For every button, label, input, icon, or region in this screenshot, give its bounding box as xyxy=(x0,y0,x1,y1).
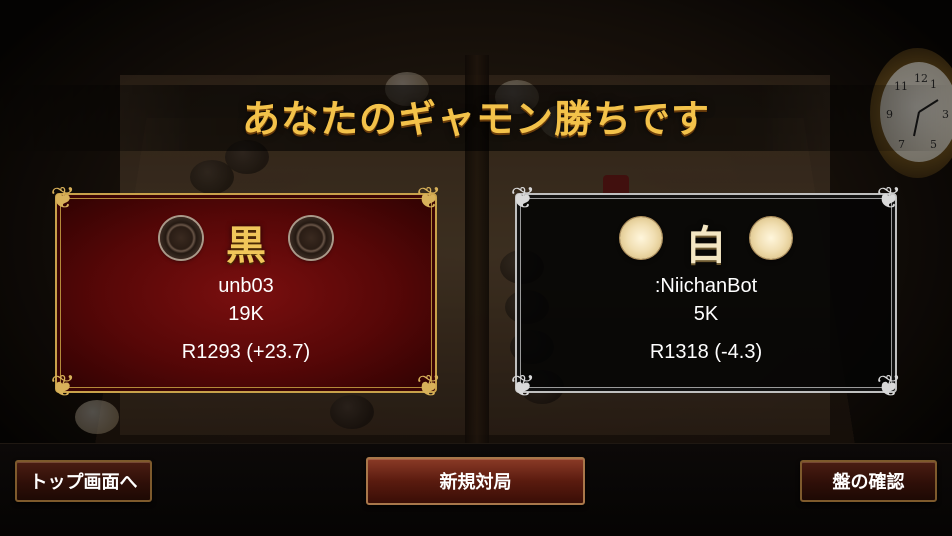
ornament-corner-icon: ❦ xyxy=(50,369,76,404)
black-player-name: unb03 xyxy=(218,275,274,297)
black-color-label: 黒 xyxy=(226,223,266,269)
black-player-rank: 19K xyxy=(228,303,264,325)
check-board-button[interactable]: 盤の確認 xyxy=(800,460,937,502)
black-player-rating: R1293 (+23.7) xyxy=(181,341,311,363)
white-checker-icon xyxy=(620,217,662,259)
white-player-rating: R1318 (-4.3) xyxy=(649,341,763,363)
white-color-label: 白 xyxy=(686,223,726,269)
black-checker-icon xyxy=(290,217,332,259)
ornament-corner-icon: ❦ xyxy=(876,369,902,404)
ornament-corner-icon: ❦ xyxy=(416,181,442,216)
result-title: あなたのギャモン勝ちです xyxy=(241,96,710,141)
top-screen-button[interactable]: トップ画面へ xyxy=(15,460,152,502)
new-game-button[interactable]: 新規対局 xyxy=(366,457,585,505)
white-player-panel: ❦ ❦ ❦ ❦ 白 :NiichanBot 5K R1318 (-4.3) xyxy=(510,181,901,404)
ornament-corner-icon: ❦ xyxy=(416,369,442,404)
black-checker-icon xyxy=(160,217,202,259)
ornament-corner-icon: ❦ xyxy=(510,369,536,404)
white-player-name: :NiichanBot xyxy=(654,275,758,297)
ornament-corner-icon: ❦ xyxy=(510,181,536,216)
white-player-rank: 5K xyxy=(693,303,719,325)
ornament-corner-icon: ❦ xyxy=(50,181,76,216)
white-checker-icon xyxy=(750,217,792,259)
black-player-panel: ❦ ❦ ❦ ❦ 黒 unb03 19K R1293 (+23.7) xyxy=(50,181,441,404)
ornament-corner-icon: ❦ xyxy=(876,181,902,216)
